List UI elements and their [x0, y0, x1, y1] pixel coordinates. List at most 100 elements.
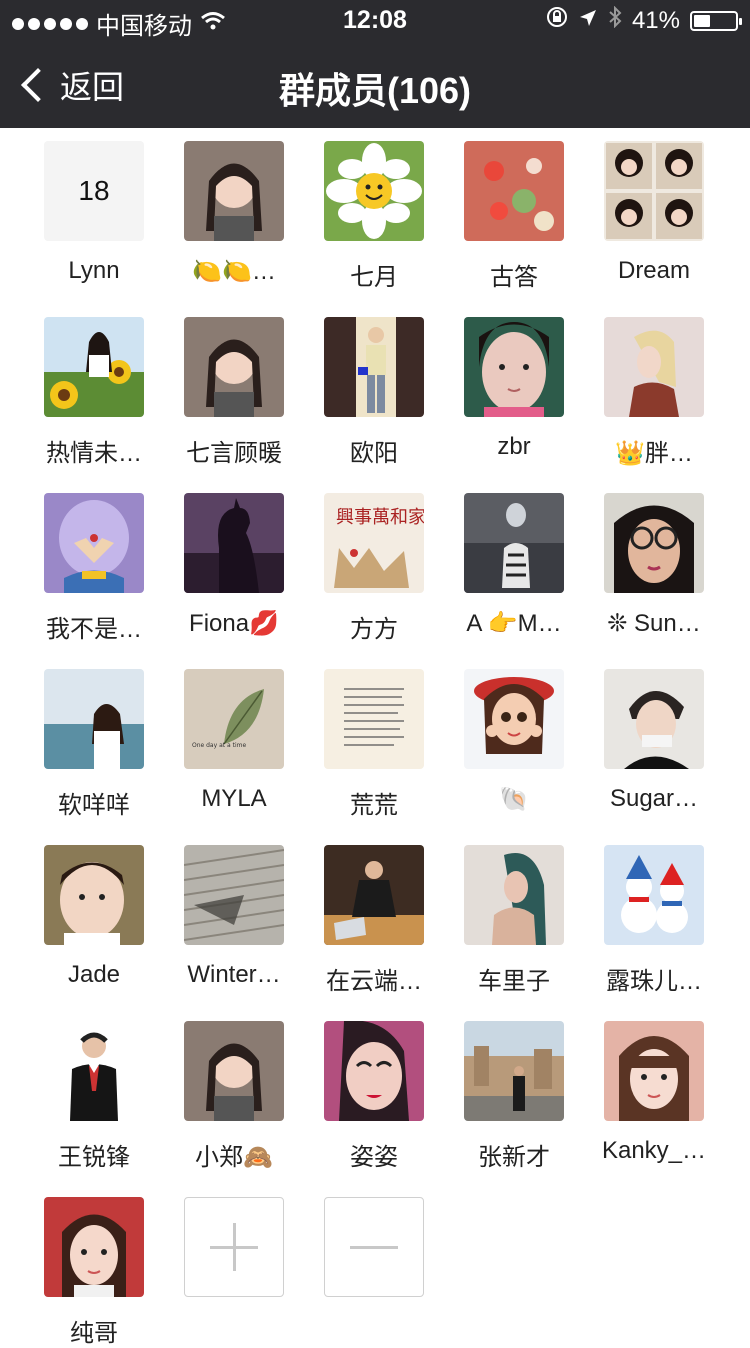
member-item[interactable]: 🐚 — [444, 669, 584, 814]
calligraphy-icon: 興事萬和家 — [324, 493, 424, 593]
member-name: 姿姿 — [350, 1144, 398, 1171]
girl-bangs-icon — [604, 1021, 704, 1121]
member-avatar[interactable] — [324, 845, 424, 945]
man-laptop-icon — [324, 845, 424, 945]
member-item[interactable]: 🍋🍋… — [164, 141, 304, 286]
member-name: 纯哥 — [70, 1320, 118, 1347]
member-avatar[interactable] — [184, 317, 284, 417]
member-item[interactable]: ❊ Sun… — [584, 493, 724, 638]
member-avatar[interactable] — [604, 317, 704, 417]
member-avatar[interactable] — [324, 669, 424, 769]
member-avatar[interactable]: 18 — [44, 141, 144, 241]
member-name: Winter… — [187, 961, 281, 988]
member-name: 我不是… — [46, 616, 142, 643]
status-right: 41% — [546, 5, 742, 35]
member-item[interactable]: Kanky_… — [584, 1021, 724, 1165]
member-item[interactable]: 软咩咩 — [24, 669, 164, 820]
battery-percent: 41% — [631, 6, 680, 34]
member-avatar[interactable] — [44, 1021, 144, 1121]
member-avatar[interactable] — [604, 669, 704, 769]
member-item[interactable]: 姿姿 — [304, 1021, 444, 1172]
member-avatar[interactable] — [184, 1021, 284, 1121]
member-item[interactable]: Dream — [584, 141, 724, 285]
member-item[interactable]: Fiona💋 — [164, 493, 304, 638]
member-avatar[interactable] — [604, 493, 704, 593]
member-item[interactable]: 欧阳 — [304, 317, 444, 468]
member-avatar[interactable] — [324, 141, 424, 241]
member-item[interactable]: 👑胖… — [584, 317, 724, 468]
member-avatar[interactable] — [44, 845, 144, 945]
member-item[interactable]: 古答 — [444, 141, 584, 292]
member-name: ❊ Sun… — [607, 610, 701, 637]
member-item[interactable]: 王锐锋 — [24, 1021, 164, 1172]
member-avatar[interactable] — [464, 317, 564, 417]
girl-face-icon — [464, 317, 564, 417]
member-name: Lynn — [68, 257, 120, 284]
member-item[interactable]: 露珠儿… — [584, 845, 724, 996]
girl-profile-icon — [464, 845, 564, 945]
member-name: Fiona💋 — [189, 610, 279, 637]
member-item[interactable]: Sugar… — [584, 669, 724, 813]
location-icon — [578, 7, 598, 35]
member-item[interactable]: 興事萬和家 方方 — [304, 493, 444, 644]
member-avatar[interactable] — [184, 493, 284, 593]
member-avatar[interactable] — [44, 317, 144, 417]
member-item[interactable]: Winter… — [164, 845, 304, 989]
nav-bar: 返回 群成员(106) — [0, 40, 750, 128]
bluetooth-icon — [608, 5, 622, 35]
battery-icon — [690, 10, 742, 31]
text-note-icon — [324, 669, 424, 769]
member-item[interactable]: 18 Lynn — [24, 141, 164, 285]
member-avatar[interactable] — [184, 141, 284, 241]
girl-glasses-icon — [604, 493, 704, 593]
member-name: zbr — [497, 433, 531, 460]
member-name: 荒荒 — [350, 792, 398, 819]
member-avatar[interactable]: 興事萬和家 — [324, 493, 424, 593]
member-avatar[interactable] — [464, 493, 564, 593]
member-item[interactable]: A 👉M… — [444, 493, 584, 638]
member-name: Dream — [617, 257, 690, 284]
girl-photo-icon — [184, 1021, 284, 1121]
member-name: Jade — [67, 961, 121, 988]
member-avatar[interactable] — [184, 845, 284, 945]
cat-tiger-reflection-icon — [464, 493, 564, 593]
member-avatar[interactable]: One day at a time — [184, 669, 284, 769]
member-item[interactable]: 在云端… — [304, 845, 444, 996]
remove-member-button[interactable] — [304, 1197, 444, 1297]
member-avatar[interactable] — [604, 141, 704, 241]
member-item[interactable]: Jade — [24, 845, 164, 989]
girl-red-icon — [44, 1197, 144, 1297]
member-name: MYLA — [201, 785, 267, 812]
girl-photo-icon — [184, 317, 284, 417]
member-item[interactable]: 七月 — [304, 141, 444, 292]
member-name: 七月 — [350, 264, 398, 291]
member-avatar[interactable] — [604, 845, 704, 945]
minus-icon[interactable] — [324, 1197, 424, 1297]
member-avatar[interactable] — [464, 669, 564, 769]
member-item[interactable]: 车里子 — [444, 845, 584, 996]
member-item[interactable]: 纯哥 — [24, 1197, 164, 1348]
add-member-button[interactable] — [164, 1197, 304, 1297]
member-avatar[interactable] — [44, 669, 144, 769]
plus-icon[interactable] — [184, 1197, 284, 1297]
member-avatar[interactable] — [464, 845, 564, 945]
member-avatar[interactable] — [604, 1021, 704, 1121]
member-item[interactable]: zbr — [444, 317, 584, 461]
member-avatar[interactable] — [324, 317, 424, 417]
silhouette-icon — [184, 493, 284, 593]
member-item[interactable]: 热情未… — [24, 317, 164, 468]
member-avatar[interactable] — [324, 1021, 424, 1121]
member-name: Sugar… — [609, 785, 699, 812]
member-avatar[interactable] — [44, 493, 144, 593]
sunflower-girl-icon — [44, 317, 144, 417]
member-avatar[interactable] — [464, 141, 564, 241]
member-name: 软咩咩 — [58, 792, 130, 819]
member-item[interactable]: One day at a time MYLA — [164, 669, 304, 813]
member-item[interactable]: 张新才 — [444, 1021, 584, 1172]
member-item[interactable]: 荒荒 — [304, 669, 444, 820]
member-avatar[interactable] — [464, 1021, 564, 1121]
member-avatar[interactable] — [44, 1197, 144, 1297]
member-item[interactable]: 小郑🙈 — [164, 1021, 304, 1172]
member-item[interactable]: 七言顾暖 — [164, 317, 304, 468]
member-item[interactable]: 我不是… — [24, 493, 164, 644]
